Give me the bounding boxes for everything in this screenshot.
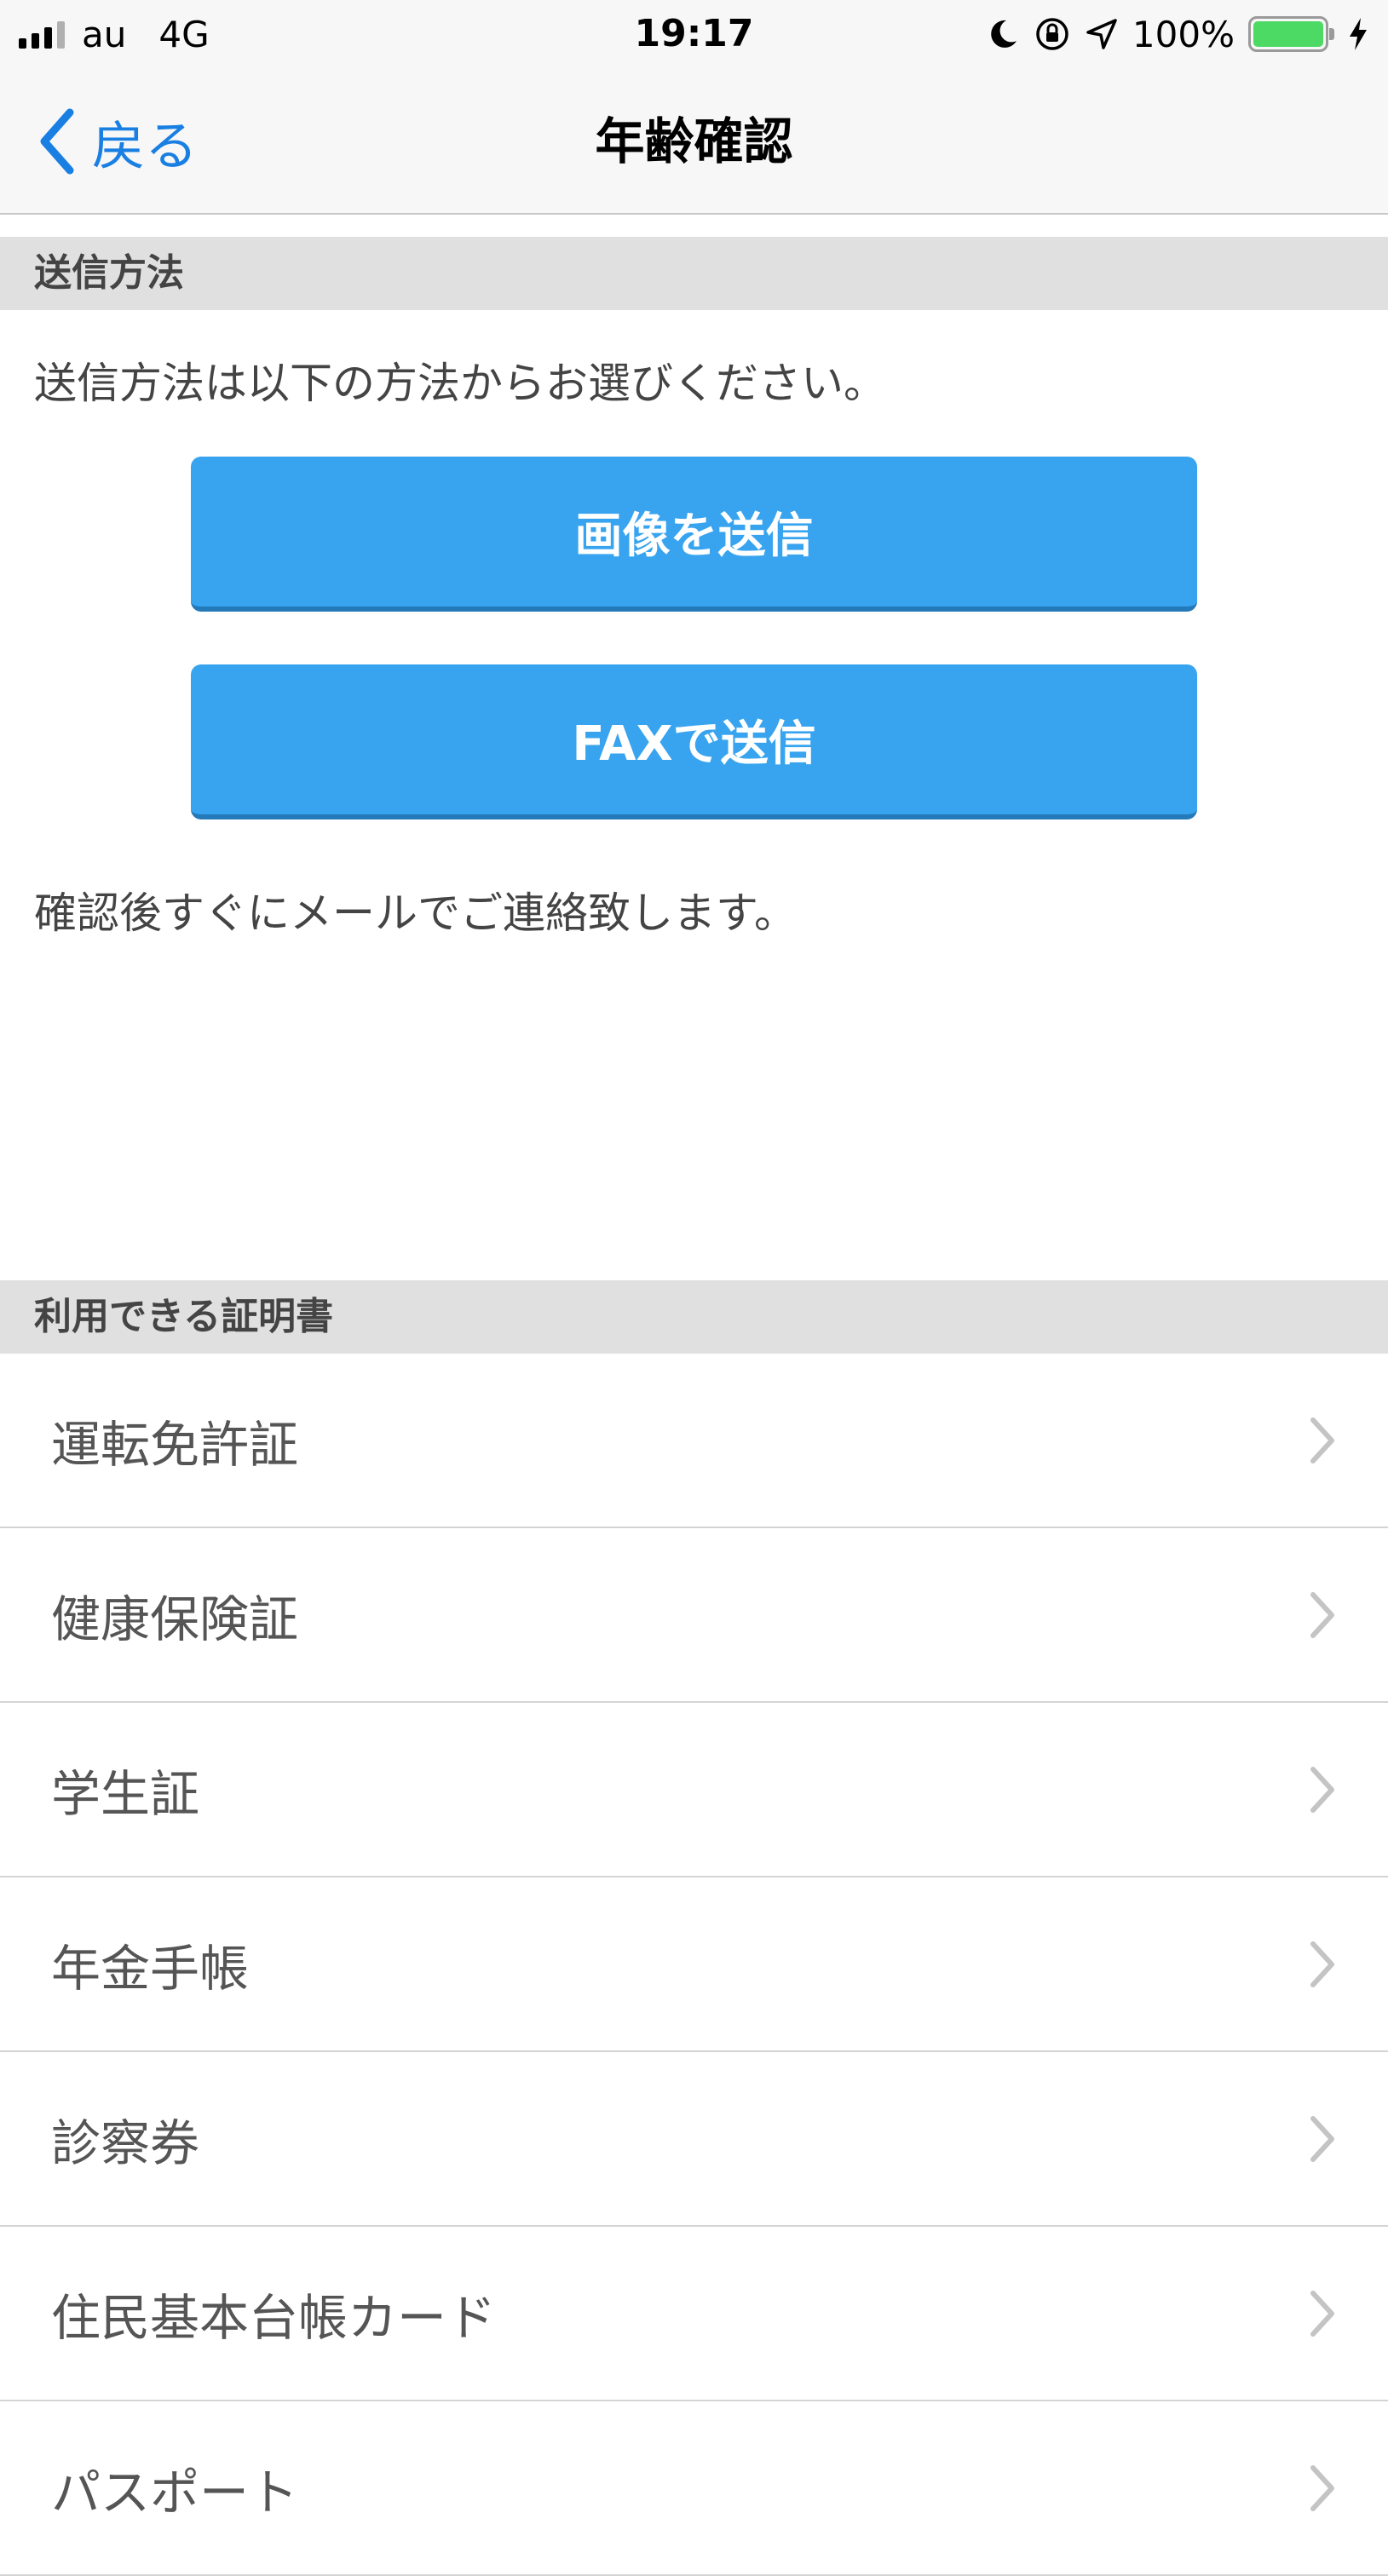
confirmation-note: 確認後すぐにメールでご連絡致します。	[34, 888, 797, 938]
list-item-label: パスポート	[51, 2463, 299, 2521]
list-item-label: 診察券	[51, 2113, 200, 2172]
location-arrow-icon	[1086, 19, 1117, 49]
list-item-label: 学生証	[51, 1764, 200, 1823]
chevron-right-icon	[1310, 1417, 1334, 1463]
orientation-lock-icon	[1036, 18, 1068, 50]
chevron-right-icon	[1310, 2291, 1334, 2337]
page-title: 年齢確認	[595, 112, 793, 170]
certificates-header: 利用できる証明書	[0, 1280, 1388, 1354]
chevron-right-icon	[1310, 2116, 1334, 2162]
list-item[interactable]: 診察券	[0, 2052, 1388, 2227]
certificate-list: 運転免許証健康保険証学生証年金手帳診察券住民基本台帳カード パスポート	[0, 1354, 1388, 2576]
list-item-label: 運転免許証	[51, 1415, 299, 1474]
battery-icon	[1248, 16, 1334, 52]
list-item[interactable]: 健康保険証	[0, 1528, 1388, 1703]
status-right: 100%	[986, 0, 1369, 68]
battery-percent: 100%	[1132, 13, 1235, 55]
list-item-label: 住民基本台帳カード	[51, 2288, 497, 2347]
send-method-header: 送信方法	[0, 237, 1388, 310]
chevron-right-icon	[1310, 1592, 1334, 1638]
list-item[interactable]: 運転免許証	[0, 1354, 1388, 1528]
list-item[interactable]: パスポート	[0, 2401, 1388, 2576]
list-item[interactable]: 住民基本台帳カード	[0, 2227, 1388, 2401]
list-item[interactable]: 年金手帳	[0, 1877, 1388, 2052]
list-item-label: 年金手帳	[51, 1939, 250, 1998]
send-fax-button[interactable]: FAXで送信	[191, 664, 1197, 819]
list-item[interactable]: 学生証	[0, 1703, 1388, 1877]
moon-icon	[991, 20, 1017, 48]
chevron-right-icon	[1310, 1941, 1334, 1987]
send-image-button[interactable]: 画像を送信	[191, 457, 1197, 612]
navigation-bar: 戻る 年齢確認	[0, 68, 1388, 215]
charging-bolt-icon	[1350, 18, 1367, 50]
send-method-instruction: 送信方法は以下の方法からお選びください。	[34, 359, 886, 408]
status-bar: au 4G 19:17 100%	[0, 0, 1388, 68]
chevron-right-icon	[1310, 1767, 1334, 1813]
chevron-right-icon	[1310, 2465, 1334, 2511]
list-item-label: 健康保険証	[51, 1590, 299, 1648]
battery-fill	[1253, 21, 1323, 47]
